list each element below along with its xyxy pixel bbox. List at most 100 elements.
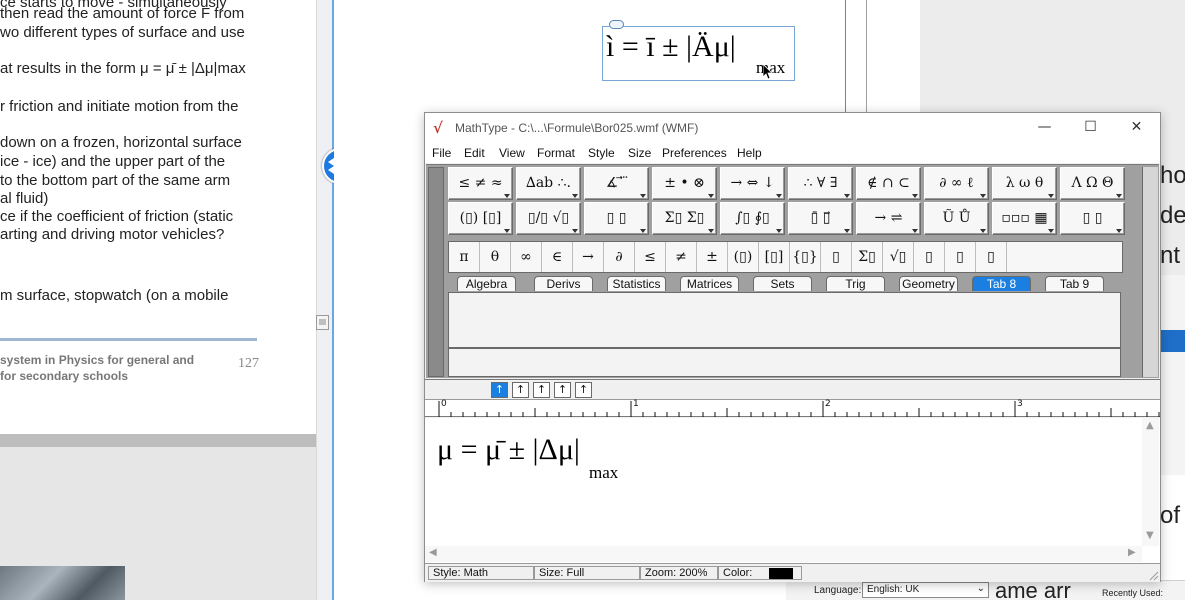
mathtype-window: √ MathType - C:\...\Formule\Bor025.wmf (… [424, 112, 1161, 582]
tab-8[interactable]: Tab 8 [972, 276, 1031, 291]
title-bar[interactable]: √ MathType - C:\...\Formule\Bor025.wmf (… [425, 113, 1160, 143]
right-text-fragment: de [1160, 202, 1185, 229]
tab-algebra[interactable]: Algebra [457, 276, 516, 291]
palette-scripts-button[interactable]: ▯ ▯ [584, 202, 649, 235]
template-fraction-button[interactable]: ▯ [821, 242, 852, 272]
size-full-button[interactable]: ↑ [491, 382, 508, 398]
palette-greek-upper-button[interactable]: Λ Ω Θ [1060, 167, 1125, 200]
small-symbol-bar: π θ ∞ ∈ → ∂ ≤ ≠ ± (▯) [▯] {▯} ▯ Σ▯ √▯ ▯ … [448, 241, 1123, 273]
link-handle-icon[interactable] [609, 20, 624, 29]
menu-edit[interactable]: Edit [464, 146, 485, 160]
template-subscript-button[interactable]: ▯ [945, 242, 976, 272]
tab-derivs[interactable]: Derivs [534, 276, 593, 291]
margin-line [845, 0, 846, 112]
symbol-arrow-button[interactable]: → [573, 242, 604, 272]
palette-integrals-button[interactable]: ∫▯ ∮▯ [720, 202, 785, 235]
size-subsub-button[interactable]: ↑ [533, 382, 550, 398]
menu-size[interactable]: Size [628, 146, 651, 160]
symbol-theta-button[interactable]: θ [480, 242, 511, 272]
close-button[interactable]: ✕ [1114, 113, 1159, 143]
menu-file[interactable]: File [432, 146, 451, 160]
tab-statistics[interactable]: Statistics [607, 276, 666, 291]
mouse-cursor-icon [763, 64, 773, 80]
color-swatch[interactable] [769, 568, 793, 579]
tab-9[interactable]: Tab 9 [1045, 276, 1104, 291]
menu-help[interactable]: Help [737, 146, 762, 160]
palette-fractions-button[interactable]: ▯/▯ √▯ [516, 202, 581, 235]
toolbar-area: ≤ ≠ ≈ ∆ab ∴. ∡ ⃗ ⃛ ± • ⊗ → ⇔ ↓ ∴ ∀ ∃ ∉ ∩… [426, 164, 1159, 378]
document-line: to the bottom part of the same arm [0, 172, 231, 189]
tab-sets[interactable]: Sets [753, 276, 812, 291]
tab-trig[interactable]: Trig [826, 276, 885, 291]
menu-view[interactable]: View [499, 146, 525, 160]
status-size: Size: Full [534, 566, 640, 580]
minimize-button[interactable]: — [1022, 113, 1067, 143]
menu-format[interactable]: Format [537, 146, 575, 160]
splitter-grip-icon[interactable] [316, 315, 329, 330]
footer-line: system in Physics for general and [0, 353, 195, 367]
maximize-button[interactable]: ☐ [1068, 113, 1113, 143]
document-line: arting and driving motor vehicles? [0, 226, 225, 243]
palette-relations-button[interactable]: ≤ ≠ ≈ [448, 167, 513, 200]
palette-spaces-button[interactable]: ∆ab ∴. [516, 167, 581, 200]
size-sub-button[interactable]: ↑ [512, 382, 529, 398]
template-superscript-button[interactable]: ▯ [914, 242, 945, 272]
palette-arrows-button[interactable]: → ⇔ ↓ [720, 167, 785, 200]
palette-operators-button[interactable]: ± • ⊗ [652, 167, 717, 200]
tab-matrices[interactable]: Matrices [680, 276, 739, 291]
palette-greek-lower-button[interactable]: λ ω θ [992, 167, 1057, 200]
ruler-ticks [438, 401, 1160, 417]
palette-fences-button[interactable]: (▯) [▯] [448, 202, 513, 235]
tab-geometry[interactable]: Geometry [899, 276, 958, 291]
symbol-neq-button[interactable]: ≠ [666, 242, 697, 272]
vertical-scrollbar[interactable]: ▲ ▼ [1142, 418, 1159, 546]
symbol-partial-button[interactable]: ∂ [604, 242, 635, 272]
template-sum-button[interactable]: Σ▯ [852, 242, 883, 272]
scroll-down-icon[interactable]: ▼ [1146, 530, 1154, 541]
template-sqrt-button[interactable]: √▯ [883, 242, 914, 272]
palette-bars-button[interactable]: ▯̄ ▯⃗ [788, 202, 853, 235]
size-subsymbol-button[interactable]: ↑ [575, 382, 592, 398]
symbol-leq-button[interactable]: ≤ [635, 242, 666, 272]
symbol-plusminus-button[interactable]: ± [697, 242, 728, 272]
palette-logic-button[interactable]: ∴ ∀ ∃ [788, 167, 853, 200]
template-subsup-button[interactable]: ▯ [976, 242, 1007, 272]
template-brackets-button[interactable]: [▯] [759, 242, 790, 272]
menu-style[interactable]: Style [588, 146, 615, 160]
right-selected-cell[interactable] [1159, 330, 1185, 352]
symbol-infinity-button[interactable]: ∞ [511, 242, 542, 272]
menu-preferences[interactable]: Preferences [662, 146, 727, 160]
page-number: 127 [238, 356, 259, 371]
scroll-up-icon[interactable]: ▲ [1146, 420, 1154, 431]
palette-misc-button[interactable]: ∂ ∞ ℓ [924, 167, 989, 200]
palette-labeled-arrows-button[interactable]: → ⇌ [856, 202, 921, 235]
right-text-fragment: nt [1160, 242, 1181, 269]
palette-sums-button[interactable]: Σ▯ Σ▯ [652, 202, 717, 235]
pane-splitter[interactable] [316, 0, 333, 600]
symbol-pi-button[interactable]: π [449, 242, 480, 272]
language-select[interactable]: English: UK ⌄ [862, 582, 989, 598]
ruler[interactable]: 0 1 2 3 [425, 399, 1160, 417]
language-value: English: UK [867, 584, 920, 595]
size-symbol-button[interactable]: ↑ [554, 382, 571, 398]
horizontal-scrollbar[interactable]: ◀ ▶ [425, 546, 1142, 562]
status-style: Style: Math [428, 566, 534, 580]
scroll-left-icon[interactable]: ◀ [429, 547, 437, 558]
palette-products-button[interactable]: Ũ Ů [924, 202, 989, 235]
equation-editor[interactable]: μ = μ̄ ± |Δμ| max [425, 418, 1160, 563]
resize-grip-icon[interactable] [1147, 569, 1159, 581]
symbol-element-button[interactable]: ∈ [542, 242, 573, 272]
ruler-label: 0 [441, 399, 447, 409]
template-braces-button[interactable]: {▯} [790, 242, 821, 272]
palette-embellishments-button[interactable]: ∡ ⃗ ⃛ [584, 167, 649, 200]
document-line: down on a frozen, horizontal surface [0, 134, 242, 151]
document-line: wo different types of surface and use [0, 24, 245, 41]
toolbar-drag-handle[interactable] [428, 167, 444, 377]
scroll-right-icon[interactable]: ▶ [1128, 547, 1136, 558]
palette-sets-button[interactable]: ∉ ∩ ⊂ [856, 167, 921, 200]
template-parens-button[interactable]: (▯) [728, 242, 759, 272]
document-photo [0, 566, 125, 600]
palette-matrices-button[interactable]: ▫▫▫ ▦ [992, 202, 1057, 235]
page-gap [0, 435, 316, 447]
palette-boxes-button[interactable]: ▯ ▯ [1060, 202, 1125, 235]
